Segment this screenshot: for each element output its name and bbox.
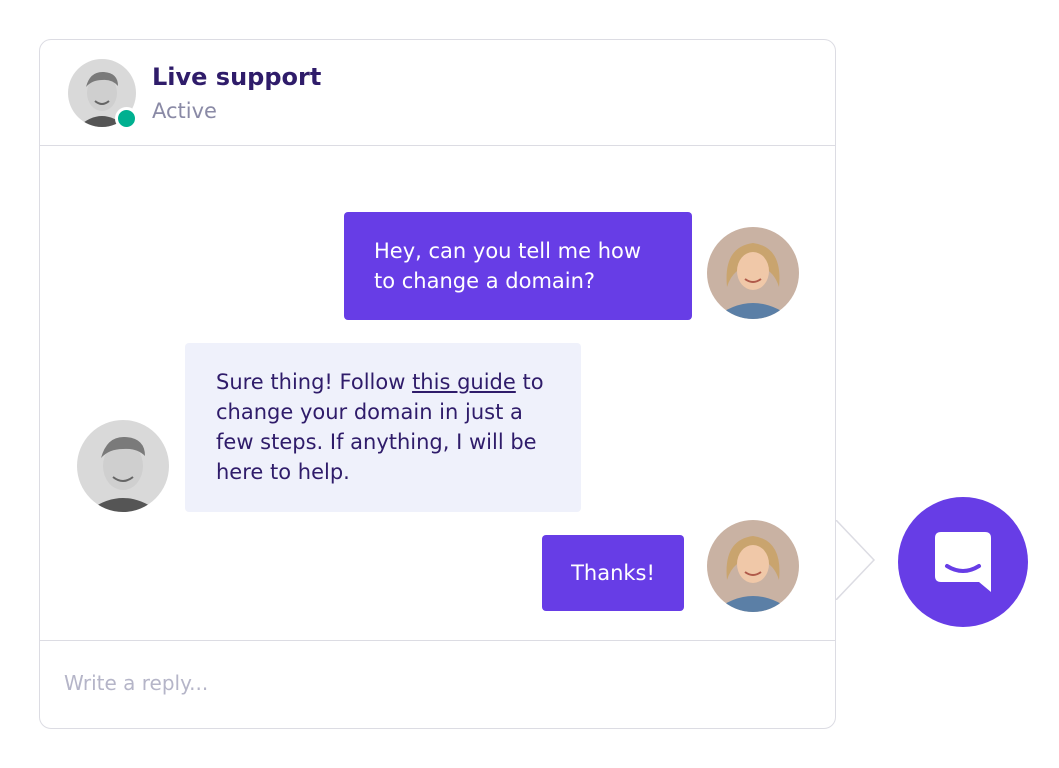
message-text: Sure thing! Follow xyxy=(216,370,413,394)
reply-input[interactable] xyxy=(64,663,804,703)
message-outgoing: Thanks! xyxy=(542,535,684,611)
chat-smile-icon xyxy=(935,532,991,592)
message-text: Hey, can you tell me how to change a dom… xyxy=(374,239,642,293)
agent-avatar xyxy=(77,420,169,512)
chat-launcher-button[interactable] xyxy=(898,497,1028,627)
status-online-dot xyxy=(115,107,138,130)
chat-header: Live support Active xyxy=(40,40,835,146)
widget-pointer xyxy=(836,520,876,600)
chat-title: Live support xyxy=(152,63,322,91)
user-photo xyxy=(707,227,799,319)
message-incoming: Sure thing! Follow this guide to change … xyxy=(185,343,581,512)
guide-link[interactable]: this guide xyxy=(412,370,516,394)
user-photo xyxy=(707,520,799,612)
agent-photo xyxy=(77,420,169,512)
chat-status: Active xyxy=(152,99,217,123)
user-avatar xyxy=(707,227,799,319)
message-text: Thanks! xyxy=(571,561,655,585)
chat-footer xyxy=(40,640,835,728)
user-avatar xyxy=(707,520,799,612)
agent-avatar xyxy=(68,59,138,130)
message-outgoing: Hey, can you tell me how to change a dom… xyxy=(344,212,692,320)
chat-window: Live support Active Hey, can you tell me… xyxy=(39,39,836,729)
